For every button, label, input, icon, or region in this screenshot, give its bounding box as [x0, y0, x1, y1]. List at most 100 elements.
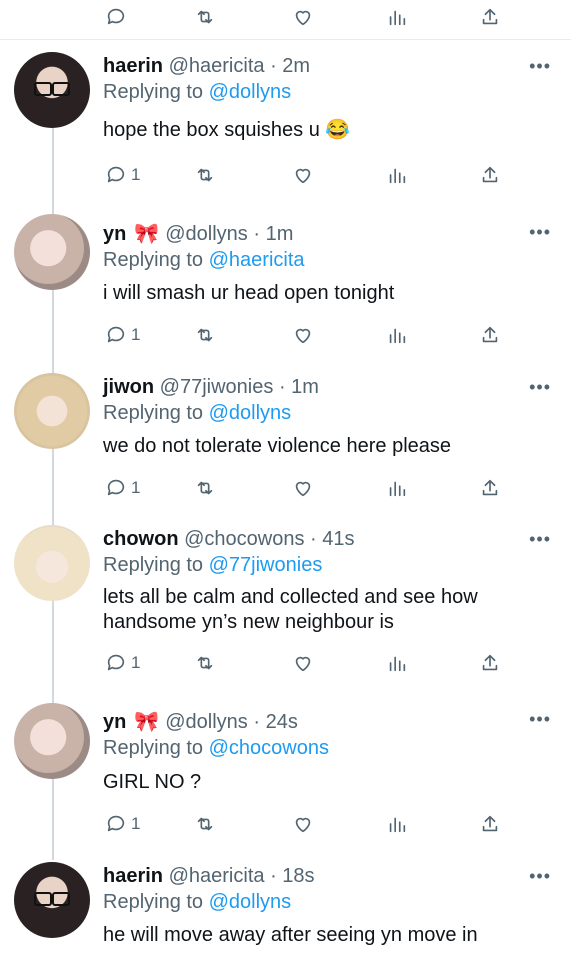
avatar[interactable] [14, 52, 90, 128]
reply-icon [107, 479, 125, 496]
handle[interactable]: @chocowons [184, 528, 304, 550]
mention-link[interactable]: @77jiwonies [209, 554, 323, 576]
like-icon [295, 656, 311, 672]
analytics-button[interactable] [386, 477, 408, 499]
share-icon [482, 326, 498, 343]
tweet-header: jiwon @77jiwonies · 1m [103, 376, 319, 398]
analytics-button[interactable] [386, 164, 408, 186]
retweet-button[interactable] [194, 652, 216, 674]
avatar[interactable] [14, 373, 90, 449]
mention-link[interactable]: @chocowons [209, 737, 329, 759]
share-button[interactable] [479, 477, 501, 499]
share-icon [482, 815, 498, 832]
more-options-button[interactable]: ••• [529, 56, 551, 77]
analytics-icon [389, 10, 406, 26]
like-button[interactable] [292, 164, 314, 186]
like-button[interactable] [292, 813, 314, 835]
retweet-button[interactable] [194, 164, 216, 186]
tweet-header: haerin @haericita · 18s [103, 865, 315, 887]
retweet-icon [197, 656, 213, 670]
more-options-button[interactable]: ••• [529, 377, 551, 398]
timestamp[interactable]: 18s [282, 865, 314, 887]
analytics-icon [389, 817, 406, 833]
avatar[interactable] [14, 862, 90, 938]
retweet-button[interactable] [194, 6, 216, 28]
avatar[interactable] [14, 703, 90, 779]
bow-emoji: 🎀 [134, 711, 160, 733]
like-button[interactable] [292, 6, 314, 28]
more-options-button[interactable]: ••• [529, 222, 551, 243]
timestamp[interactable]: 24s [266, 711, 298, 733]
retweet-button[interactable] [194, 324, 216, 346]
more-options-button[interactable]: ••• [529, 529, 551, 550]
timestamp[interactable]: 41s [322, 528, 354, 550]
display-name[interactable]: yn [103, 711, 126, 733]
display-name[interactable]: yn [103, 223, 126, 245]
share-icon [482, 479, 498, 496]
retweet-button[interactable] [194, 477, 216, 499]
like-button[interactable] [292, 477, 314, 499]
retweet-icon [197, 817, 213, 831]
more-options-button[interactable]: ••• [529, 866, 551, 887]
mention-link[interactable]: @dollyns [209, 402, 292, 424]
handle[interactable]: @haericita [169, 865, 265, 887]
handle[interactable]: @dollyns [165, 711, 248, 733]
tweet-header: chowon @chocowons · 41s [103, 528, 355, 550]
handle[interactable]: @dollyns [165, 223, 248, 245]
mention-link[interactable]: @dollyns [209, 891, 292, 913]
reply-button[interactable] [105, 6, 127, 28]
timestamp[interactable]: 2m [282, 55, 310, 77]
share-button[interactable] [479, 813, 501, 835]
replying-to: Replying to @chocowons [103, 737, 329, 759]
reply-button[interactable]: 1 [105, 477, 140, 499]
display-name[interactable]: chowon [103, 528, 179, 550]
like-button[interactable] [292, 324, 314, 346]
share-button[interactable] [479, 324, 501, 346]
share-icon [482, 8, 498, 25]
avatar[interactable] [14, 525, 90, 601]
analytics-button[interactable] [386, 324, 408, 346]
analytics-button[interactable] [386, 652, 408, 674]
reply-button[interactable]: 1 [105, 813, 140, 835]
display-name[interactable]: haerin [103, 865, 163, 887]
reply-button[interactable]: 1 [105, 652, 140, 674]
display-name[interactable]: haerin [103, 55, 163, 77]
replying-to: Replying to @dollyns [103, 402, 292, 424]
action-bar: 1 [0, 164, 571, 192]
like-button[interactable] [292, 652, 314, 674]
top-action-bar [0, 0, 571, 38]
bow-emoji: 🎀 [134, 223, 160, 245]
tweet-text: hope the box squishes u 😂 [103, 119, 351, 141]
reply-count: 1 [131, 653, 141, 672]
analytics-button[interactable] [386, 813, 408, 835]
tweet-text: GIRL NO ? [103, 771, 202, 793]
avatar[interactable] [14, 214, 90, 290]
mention-link[interactable]: @dollyns [209, 81, 292, 103]
analytics-icon [389, 481, 406, 497]
reply-button[interactable]: 1 [105, 164, 140, 186]
timestamp[interactable]: 1m [291, 376, 319, 398]
display-name[interactable]: jiwon [103, 376, 154, 398]
reply-icon [107, 166, 125, 183]
handle[interactable]: @77jiwonies [160, 376, 274, 398]
share-button[interactable] [479, 652, 501, 674]
reply-icon [107, 815, 125, 832]
analytics-button[interactable] [386, 6, 408, 28]
share-button[interactable] [479, 6, 501, 28]
tweet-header: yn 🎀 @dollyns · 24s [103, 711, 298, 733]
tweet-header: haerin @haericita · 2m [103, 55, 311, 77]
replying-to: Replying to @dollyns [103, 81, 292, 103]
share-button[interactable] [479, 164, 501, 186]
replying-to: Replying to @haericita [103, 249, 305, 271]
timestamp[interactable]: 1m [266, 223, 294, 245]
like-icon [295, 328, 311, 344]
tweet-text: we do not tolerate violence here please [103, 435, 452, 457]
handle[interactable]: @haericita [169, 55, 265, 77]
retweet-button[interactable] [194, 813, 216, 835]
replying-to: Replying to @77jiwonies [103, 554, 323, 576]
tweet-header: yn 🎀 @dollyns · 1m [103, 223, 294, 245]
reply-button[interactable]: 1 [105, 324, 140, 346]
more-options-button[interactable]: ••• [529, 709, 551, 730]
action-bar: 1 [0, 813, 571, 841]
mention-link[interactable]: @haericita [209, 249, 305, 271]
